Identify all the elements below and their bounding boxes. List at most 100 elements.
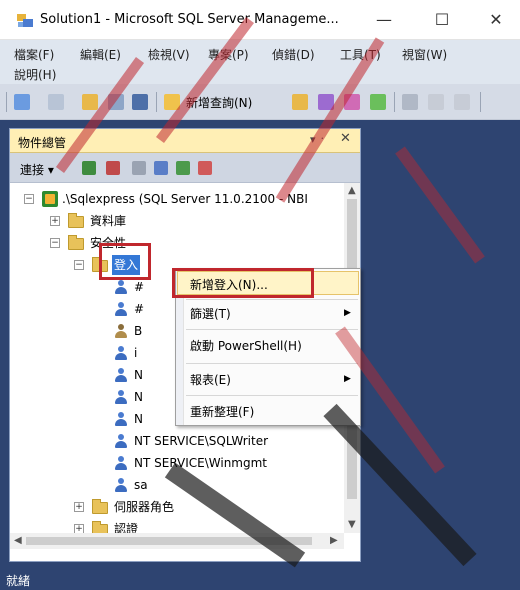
status-text: 就緒 <box>6 574 31 588</box>
login-item-label: sa <box>134 478 148 492</box>
menu-separator <box>186 299 358 300</box>
credentials-label: 認證 <box>114 522 139 533</box>
server-roles-label: 伺服器角色 <box>114 500 175 514</box>
new-query-icon[interactable] <box>164 94 180 110</box>
object-explorer-title: 物件總管 <box>18 136 67 150</box>
mdx-query-icon[interactable] <box>318 94 334 110</box>
login-item-label: B <box>134 324 143 338</box>
object-explorer-header: 物件總管 ▾ ᛫ ✕ <box>10 129 360 153</box>
open-file-icon[interactable] <box>82 94 98 110</box>
save-icon[interactable] <box>108 94 124 110</box>
minimize-button[interactable]: — <box>366 6 402 34</box>
submenu-arrow-icon: ▶ <box>344 374 351 384</box>
activity-monitor-icon[interactable] <box>198 161 212 175</box>
paste-icon[interactable] <box>454 94 470 110</box>
ssms-app-icon <box>16 12 34 28</box>
scroll-up-icon[interactable]: ▲ <box>348 185 356 196</box>
menu-item-refresh[interactable]: 重新整理(F) <box>190 403 360 420</box>
collapse-toggle[interactable]: − <box>74 260 84 270</box>
close-button[interactable]: ✕ <box>478 6 514 34</box>
toolbar-separator <box>156 92 157 112</box>
login-item-label: NT SERVICE\Winmgmt <box>134 456 267 470</box>
menu-file[interactable]: 檔案(F) <box>14 46 54 63</box>
disconnect-icon[interactable] <box>106 161 120 175</box>
connect-icon[interactable] <box>82 161 96 175</box>
xmla-query-icon[interactable] <box>370 94 386 110</box>
toolbar-separator <box>394 92 395 112</box>
menu-help[interactable]: 說明(H) <box>14 66 56 83</box>
stop-icon[interactable] <box>132 161 146 175</box>
login-item-label: NT SERVICE\SQLWriter <box>134 434 269 448</box>
panel-close-icon[interactable]: ✕ <box>340 131 351 146</box>
login-user-icon <box>114 302 128 316</box>
menu-debug[interactable]: 偵錯(D) <box>272 46 315 63</box>
folder-icon <box>92 499 108 514</box>
standard-toolbar: 新增查詢(N) <box>0 84 520 120</box>
menu-tools[interactable]: 工具(T) <box>340 46 381 63</box>
login-item-label: i <box>134 346 138 360</box>
connect-button[interactable]: 連接 ▾ <box>20 161 54 178</box>
menu-separator <box>186 395 358 396</box>
collapse-toggle[interactable]: − <box>50 238 60 248</box>
db-query-icon[interactable] <box>292 94 308 110</box>
refresh-icon[interactable] <box>176 161 190 175</box>
menu-item-filter[interactable]: 篩選(T) <box>190 305 360 322</box>
menu-view[interactable]: 檢視(V) <box>148 46 190 63</box>
object-explorer-toolbar: 連接 ▾ <box>10 153 360 183</box>
login-user-icon <box>114 280 128 294</box>
expand-toggle[interactable]: + <box>50 216 60 226</box>
login-user-icon <box>114 368 128 382</box>
server-label: .\Sqlexpress (SQL Server 11.0.2100 - NBI <box>62 192 308 206</box>
filter-icon[interactable] <box>154 161 168 175</box>
new-query-button[interactable]: 新增查詢(N) <box>186 94 252 111</box>
login-group-icon <box>114 324 128 338</box>
login-item-label: N <box>134 390 143 404</box>
menu-edit[interactable]: 編輯(E) <box>80 46 121 63</box>
annotation-box-logins <box>99 243 151 280</box>
maximize-button[interactable]: ☐ <box>424 6 460 34</box>
pin-icon[interactable]: ▾ ᛫ <box>310 133 326 146</box>
login-user-icon <box>114 456 128 470</box>
submenu-arrow-icon: ▶ <box>344 308 351 318</box>
toolbar-grip <box>6 92 7 112</box>
window-title: Solution1 - Microsoft SQL Server Managem… <box>40 12 339 27</box>
horizontal-scrollbar[interactable]: ◀ ▶ <box>10 533 344 549</box>
collapse-toggle[interactable]: − <box>24 194 34 204</box>
menu-item-start-powershell[interactable]: 啟動 PowerShell(H) <box>190 337 360 354</box>
login-item-label: # <box>134 302 145 316</box>
dmx-query-icon[interactable] <box>344 94 360 110</box>
login-user-icon <box>114 412 128 426</box>
status-bar: 就緒 <box>0 566 520 590</box>
folder-icon <box>92 521 108 533</box>
menu-project[interactable]: 專案(P) <box>208 46 249 63</box>
scroll-right-icon[interactable]: ▶ <box>330 535 338 546</box>
expand-toggle[interactable]: + <box>74 524 84 533</box>
expand-toggle[interactable]: + <box>74 502 84 512</box>
scroll-left-icon[interactable]: ◀ <box>14 535 22 546</box>
login-user-icon <box>114 346 128 360</box>
toolbar-separator <box>480 92 481 112</box>
scroll-down-icon[interactable]: ▼ <box>348 519 356 530</box>
add-item-icon[interactable] <box>48 94 64 110</box>
menu-item-reports[interactable]: 報表(E) <box>190 371 360 388</box>
folder-icon <box>68 213 84 228</box>
copy-icon[interactable] <box>428 94 444 110</box>
menu-bar: 檔案(F) 編輯(E) 檢視(V) 專案(P) 偵錯(D) 工具(T) 視窗(W… <box>0 40 520 84</box>
menu-separator <box>186 363 358 364</box>
server-icon <box>42 191 58 207</box>
login-item-label: N <box>134 412 143 426</box>
menu-separator <box>186 329 358 330</box>
cut-icon[interactable] <box>402 94 418 110</box>
annotation-box-new-login <box>172 268 314 298</box>
menu-window[interactable]: 視窗(W) <box>402 46 447 63</box>
folder-icon <box>68 235 84 250</box>
databases-label: 資料庫 <box>90 214 127 228</box>
tree-node-server[interactable]: − .\Sqlexpress (SQL Server 11.0.2100 - N… <box>10 189 344 209</box>
login-item-label: # <box>134 280 145 294</box>
login-user-icon <box>114 390 128 404</box>
title-bar: Solution1 - Microsoft SQL Server Managem… <box>0 0 520 40</box>
login-user-icon <box>114 478 128 492</box>
save-all-icon[interactable] <box>132 94 148 110</box>
new-project-icon[interactable] <box>14 94 30 110</box>
horizontal-scroll-thumb[interactable] <box>26 537 312 545</box>
